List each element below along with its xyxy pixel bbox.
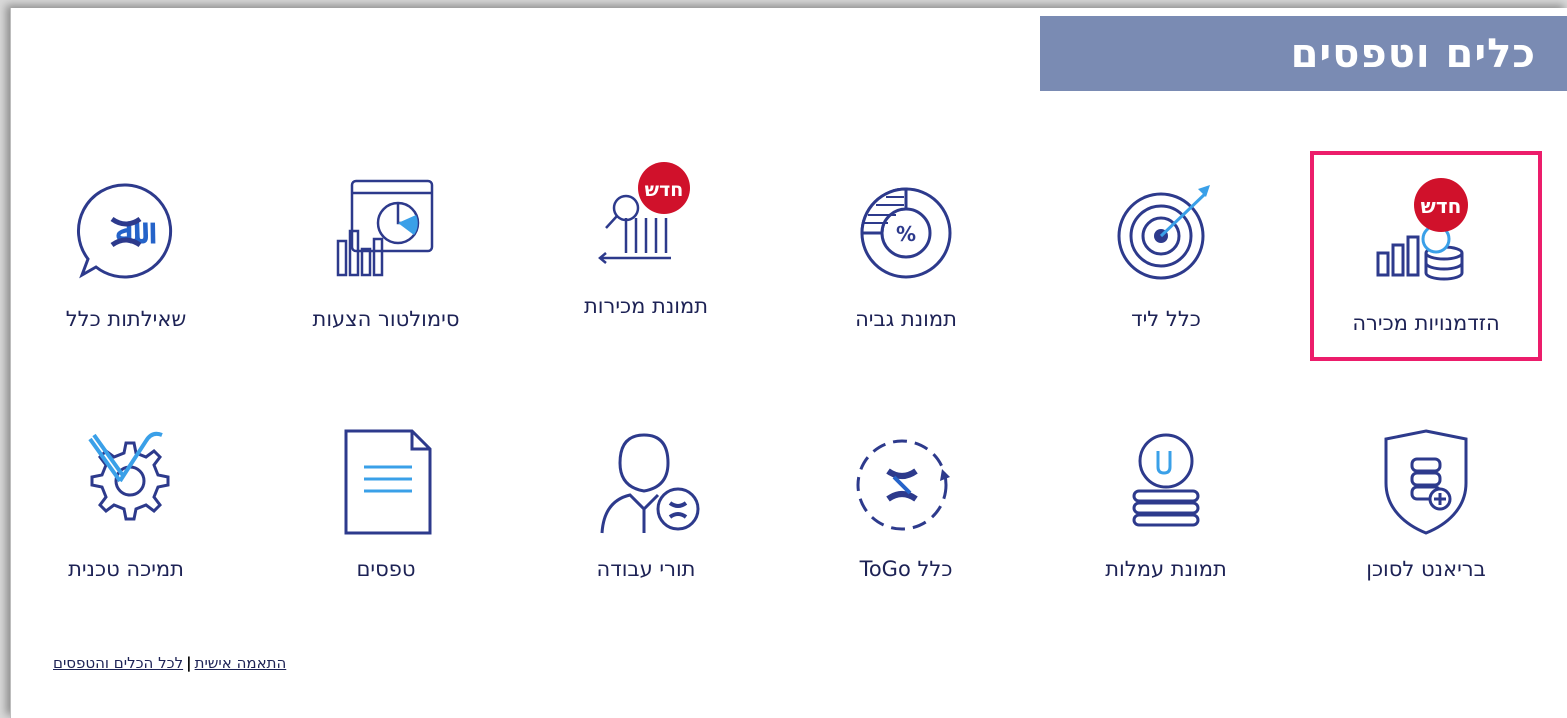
shield-coins-icon — [1366, 421, 1486, 541]
section-title-bar: כלים וטפסים — [1040, 16, 1567, 91]
tile-agent-briant[interactable]: בריאנט לסוכן — [1310, 401, 1542, 611]
tile-commissions-view[interactable]: תמונת עמלות — [1050, 401, 1282, 611]
document-icon — [326, 421, 446, 541]
chat-logo-icon: ﷲ — [66, 171, 186, 291]
tile-label: תמונת גביה — [855, 307, 957, 331]
simulator-icon — [326, 171, 446, 291]
footer-links: התאמה אישית|לכל הכלים והטפסים — [53, 654, 286, 672]
tile-forms[interactable]: טפסים — [270, 401, 502, 611]
tile-label: שאילתות כלל — [65, 307, 187, 331]
tile-offer-simulator[interactable]: סימולטור הצעות — [270, 151, 502, 361]
new-badge: חדש — [645, 179, 684, 201]
percent-donut-icon: % — [846, 171, 966, 291]
personal-settings-link[interactable]: התאמה אישית — [195, 654, 287, 672]
togo-icon — [846, 421, 966, 541]
tile-klal-lead[interactable]: כלל ליד — [1050, 151, 1282, 361]
tile-label: טפסים — [356, 557, 416, 581]
tile-collection-view[interactable]: % תמונת גביה — [790, 151, 1022, 361]
tile-klal-togo[interactable]: כלל ToGo — [790, 401, 1022, 611]
agent-icon — [586, 421, 706, 541]
tile-label: בריאנט לסוכן — [1366, 557, 1486, 581]
tile-label: כלל ToGo — [859, 557, 953, 581]
tile-sales-view[interactable]: חדש תמונת מכירות — [530, 138, 762, 348]
link-separator: | — [186, 654, 192, 672]
tile-label: תמונת עמלות — [1105, 557, 1227, 581]
tools-panel: כלים וטפסים חדש הזדמנויות מכירה כלל ליד … — [10, 8, 1567, 718]
svg-text:%: % — [896, 222, 916, 246]
tile-work-queues[interactable]: תורי עבודה — [530, 401, 762, 611]
tools-gear-icon — [66, 421, 186, 541]
tile-klal-queries[interactable]: ﷲ שאילתות כלל — [10, 151, 242, 361]
sales-chart-icon: חדש — [586, 158, 706, 278]
tile-sales-opportunities[interactable]: חדש הזדמנויות מכירה — [1310, 151, 1542, 361]
tile-label: סימולטור הצעות — [312, 307, 460, 331]
svg-text:ﷲ: ﷲ — [116, 212, 156, 252]
sales-opportunities-icon: חדש — [1366, 175, 1486, 295]
all-tools-link[interactable]: לכל הכלים והטפסים — [53, 654, 183, 672]
tile-tech-support[interactable]: תמיכה טכנית — [10, 401, 242, 611]
section-title: כלים וטפסים — [1290, 30, 1536, 77]
coin-stack-icon — [1106, 421, 1226, 541]
tile-label: תורי עבודה — [596, 557, 696, 581]
tile-label: תמיכה טכנית — [68, 557, 184, 581]
tile-label: הזדמנויות מכירה — [1352, 311, 1500, 335]
tile-label: כלל ליד — [1131, 307, 1201, 331]
new-badge: חדש — [1421, 194, 1462, 218]
target-icon — [1106, 171, 1226, 291]
tile-label: תמונת מכירות — [583, 294, 709, 318]
